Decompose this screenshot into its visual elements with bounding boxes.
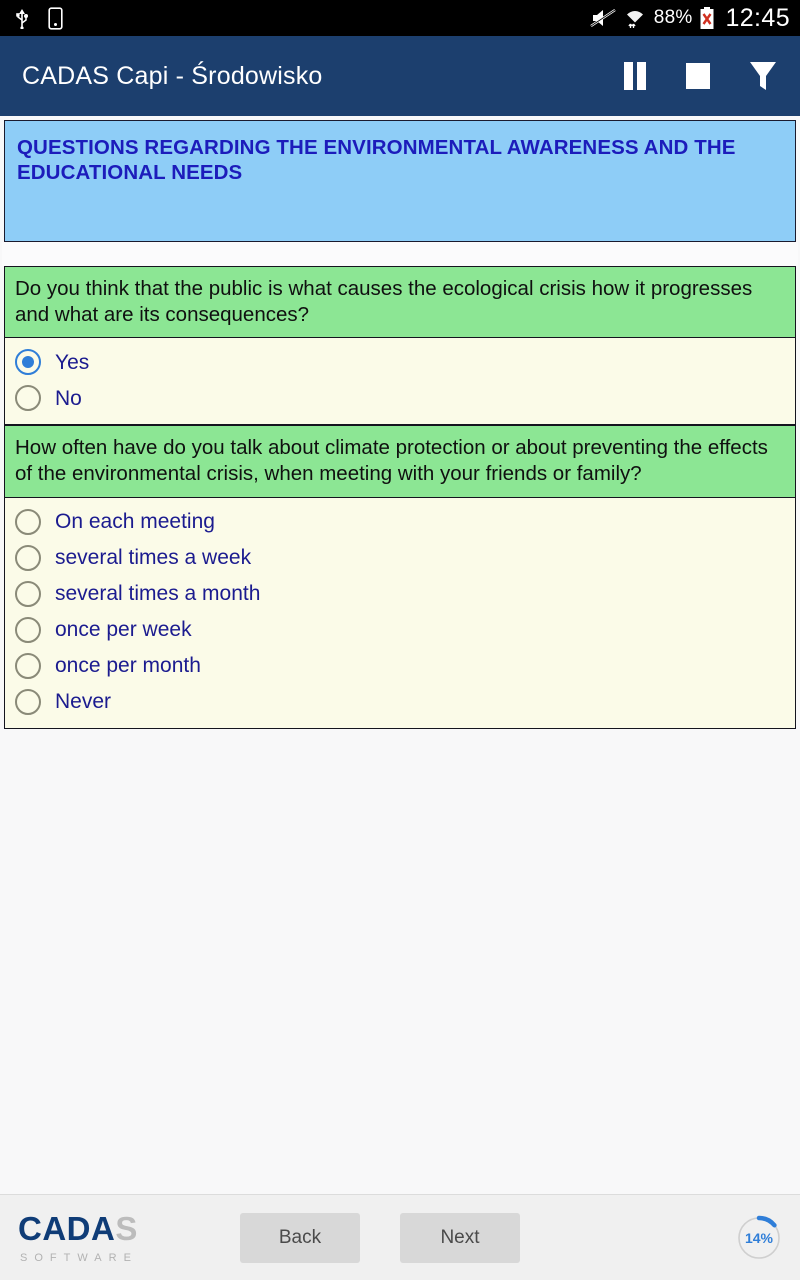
radio-icon[interactable]: [15, 688, 41, 715]
app-title: CADAS Capi - Środowisko: [22, 61, 323, 90]
usb-icon: [14, 7, 30, 29]
radio-icon[interactable]: [15, 580, 41, 607]
option-row[interactable]: once per month: [5, 648, 795, 684]
navigation-buttons: Back Next: [240, 1212, 520, 1263]
radio-icon[interactable]: [15, 544, 41, 571]
logo-subtitle: SOFTWARE: [20, 1251, 138, 1264]
progress-indicator: 14%: [736, 1215, 782, 1261]
option-row[interactable]: once per week: [5, 612, 795, 648]
logo-text-light: S: [115, 1209, 138, 1247]
bottom-bar: CADAS SOFTWARE Back Next 14%: [0, 1194, 800, 1280]
wifi-data-icon: [623, 6, 647, 30]
status-bar-left-icons: [14, 6, 63, 30]
question-block: Do you think that the public is what cau…: [4, 266, 796, 426]
back-button[interactable]: Back: [240, 1212, 360, 1263]
option-row[interactable]: On each meeting: [5, 504, 795, 540]
status-bar-right-icons: 88% 12:45: [590, 4, 790, 33]
option-row[interactable]: No: [5, 380, 795, 416]
option-row[interactable]: Never: [5, 684, 795, 720]
next-button[interactable]: Next: [400, 1212, 520, 1263]
pause-button[interactable]: [622, 60, 648, 92]
radio-icon[interactable]: [15, 652, 41, 679]
logo-wordmark: CADAS: [18, 1212, 188, 1245]
question-options: Yes No: [4, 338, 796, 426]
stop-button[interactable]: [684, 60, 712, 92]
option-label: No: [55, 386, 82, 410]
app-root: 88% 12:45 CADAS Capi - Środowisko QUESTI…: [0, 0, 800, 1280]
radio-icon[interactable]: [15, 385, 41, 412]
status-bar: 88% 12:45: [0, 0, 800, 36]
battery-error-icon: [699, 6, 715, 30]
section-title: QUESTIONS REGARDING THE ENVIRONMENTAL AW…: [17, 136, 736, 184]
section-banner: QUESTIONS REGARDING THE ENVIRONMENTAL AW…: [4, 120, 796, 242]
battery-percent-label: 88%: [653, 7, 693, 28]
radio-icon-selected[interactable]: [15, 349, 41, 376]
survey-content: QUESTIONS REGARDING THE ENVIRONMENTAL AW…: [0, 116, 800, 1194]
cadas-logo: CADAS SOFTWARE: [18, 1212, 188, 1264]
option-label: Never: [55, 690, 112, 713]
filter-button[interactable]: [748, 59, 778, 93]
progress-label: 14%: [744, 1229, 774, 1246]
option-label: Yes: [55, 350, 90, 374]
mute-icon: [590, 7, 616, 29]
app-bar-actions: [622, 59, 778, 93]
question-options: On each meeting several times a week sev…: [4, 497, 796, 729]
radio-icon[interactable]: [15, 508, 41, 535]
sdcard-icon: [48, 6, 63, 30]
app-bar: CADAS Capi - Środowisko: [0, 36, 800, 116]
option-row[interactable]: several times a week: [5, 540, 795, 576]
radio-icon[interactable]: [15, 616, 41, 643]
option-row[interactable]: Yes: [5, 344, 795, 380]
option-label: once per week: [55, 618, 192, 641]
option-label: several times a month: [55, 582, 261, 605]
logo-text-dark: CADA: [18, 1209, 116, 1247]
option-row[interactable]: several times a month: [5, 576, 795, 612]
status-bar-clock: 12:45: [725, 3, 790, 32]
question-text: How often have do you talk about climate…: [4, 425, 796, 498]
option-label: once per month: [55, 654, 201, 677]
option-label: several times a week: [55, 546, 252, 569]
option-label: On each meeting: [55, 510, 215, 533]
question-block: How often have do you talk about climate…: [4, 425, 796, 729]
question-text: Do you think that the public is what cau…: [4, 266, 796, 339]
section-gap: [2, 242, 798, 266]
